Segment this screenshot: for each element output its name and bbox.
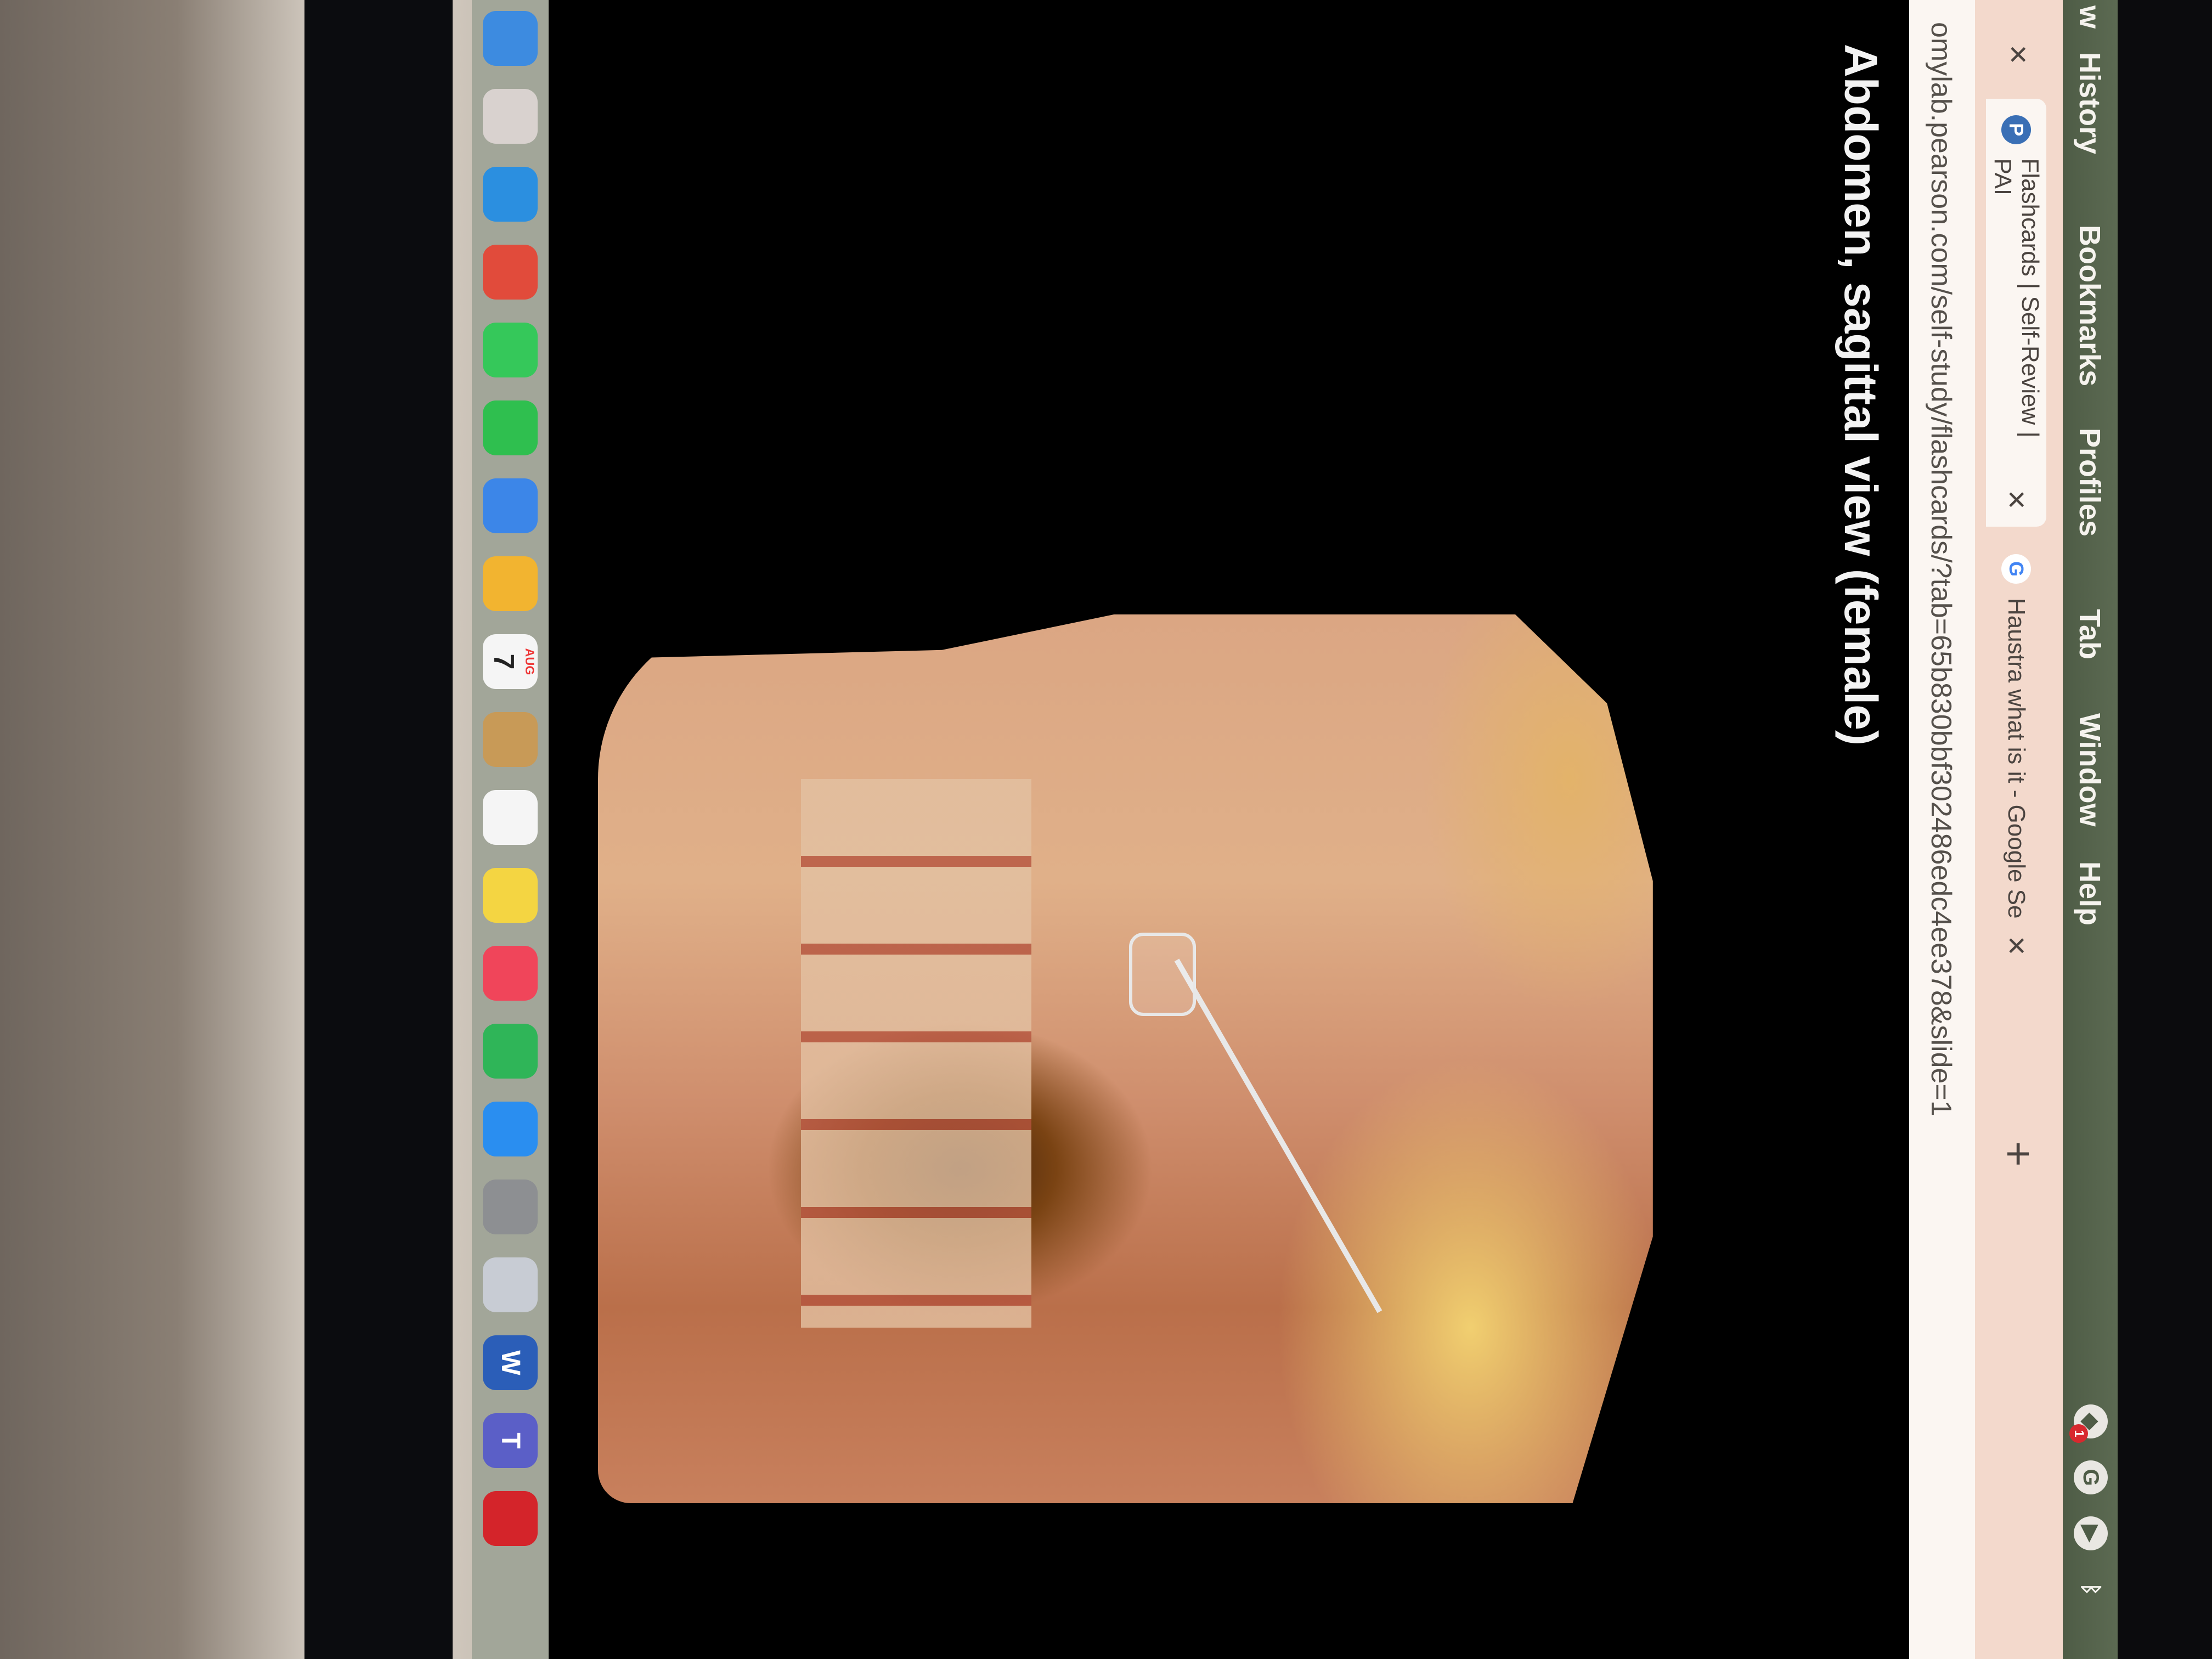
safari-icon[interactable] [483,167,538,222]
menu-bar: w History Bookmarks Profiles Tab Window … [2063,0,2118,1659]
word-icon[interactable]: W [483,1335,538,1390]
url-text[interactable]: omylab.pearson.com/self-study/flashcards… [1925,22,1957,1116]
mail-icon[interactable] [483,478,538,533]
menu-window[interactable]: Window [2073,713,2107,826]
spine-region [801,779,1031,1328]
notes-icon[interactable] [483,868,538,923]
chrome-icon[interactable] [483,245,538,300]
dock: AUG 7 W T [472,0,549,1659]
launchpad-icon[interactable] [483,89,538,144]
close-tab-icon[interactable]: ✕ [2003,44,2033,65]
menu-profiles[interactable]: Profiles [2073,428,2107,537]
label-pointer-target[interactable] [1129,933,1196,1016]
tab-label: Haustra what is it - Google Se [2003,598,2030,919]
grammarly-icon[interactable]: G [2074,1460,2108,1494]
anatomy-image [598,614,1745,1503]
iphone-mirroring-icon[interactable] [483,1257,538,1312]
facetime-icon[interactable] [483,400,538,455]
messages-icon[interactable] [483,323,538,377]
calendar-day: 7 [488,653,520,670]
menu-bookmarks[interactable]: Bookmarks [2073,225,2107,386]
flashcard-content: Abdomen, sagittal view (female) [472,0,1909,1659]
menu-help[interactable]: Help [2073,861,2107,926]
dropbox-badge: 1 [2069,1424,2088,1443]
menu-tab[interactable]: Tab [2073,609,2107,659]
close-tab-icon[interactable]: ✕ [2001,489,2031,510]
menu-window-partial[interactable]: w [2073,5,2107,29]
photos-icon[interactable] [483,556,538,611]
tab-flashcards[interactable]: P Flashcards | Self-Review | PAI ✕ [1986,99,2046,527]
pearson-favicon-icon: P [2001,115,2031,144]
status-icons: ◆ 1 G ▶ ᛒ [2069,1404,2108,1606]
tab-google-search[interactable]: G Haustra what is it - Google Se ✕ [1986,538,2046,1119]
reminders-icon[interactable] [483,790,538,845]
contacts-icon[interactable] [483,712,538,767]
teams-icon[interactable]: T [483,1413,538,1468]
tab-strip: ✕ P Flashcards | Self-Review | PAI ✕ G H… [1975,0,2063,1659]
dropbox-icon[interactable]: ◆ 1 [2069,1404,2108,1443]
slide-title: Abdomen, sagittal view (female) [1835,44,1887,746]
tab-label: Flashcards | Self-Review | PAI [1989,158,2044,438]
numbers-icon[interactable] [483,1024,538,1079]
play-icon[interactable]: ▶ [2074,1516,2108,1550]
new-tab-button[interactable]: + [1993,1141,2044,1167]
system-settings-icon[interactable] [483,1180,538,1234]
calendar-icon[interactable]: AUG 7 [483,634,538,689]
app-store-icon[interactable] [483,1102,538,1156]
acrobat-icon[interactable] [483,1491,538,1546]
calendar-month: AUG [523,648,537,675]
google-favicon-icon: G [2001,554,2031,584]
menu-history[interactable]: History [2073,52,2107,154]
close-tab-icon[interactable]: ✕ [2001,935,2031,956]
screen: w History Bookmarks Profiles Tab Window … [472,0,2118,1659]
monitor-bezel-top [304,0,453,1659]
bluetooth-icon[interactable]: ᛒ [2074,1572,2108,1606]
address-bar[interactable]: omylab.pearson.com/self-study/flashcards… [1909,0,1975,1659]
music-icon[interactable] [483,946,538,1001]
finder-icon[interactable] [483,11,538,66]
